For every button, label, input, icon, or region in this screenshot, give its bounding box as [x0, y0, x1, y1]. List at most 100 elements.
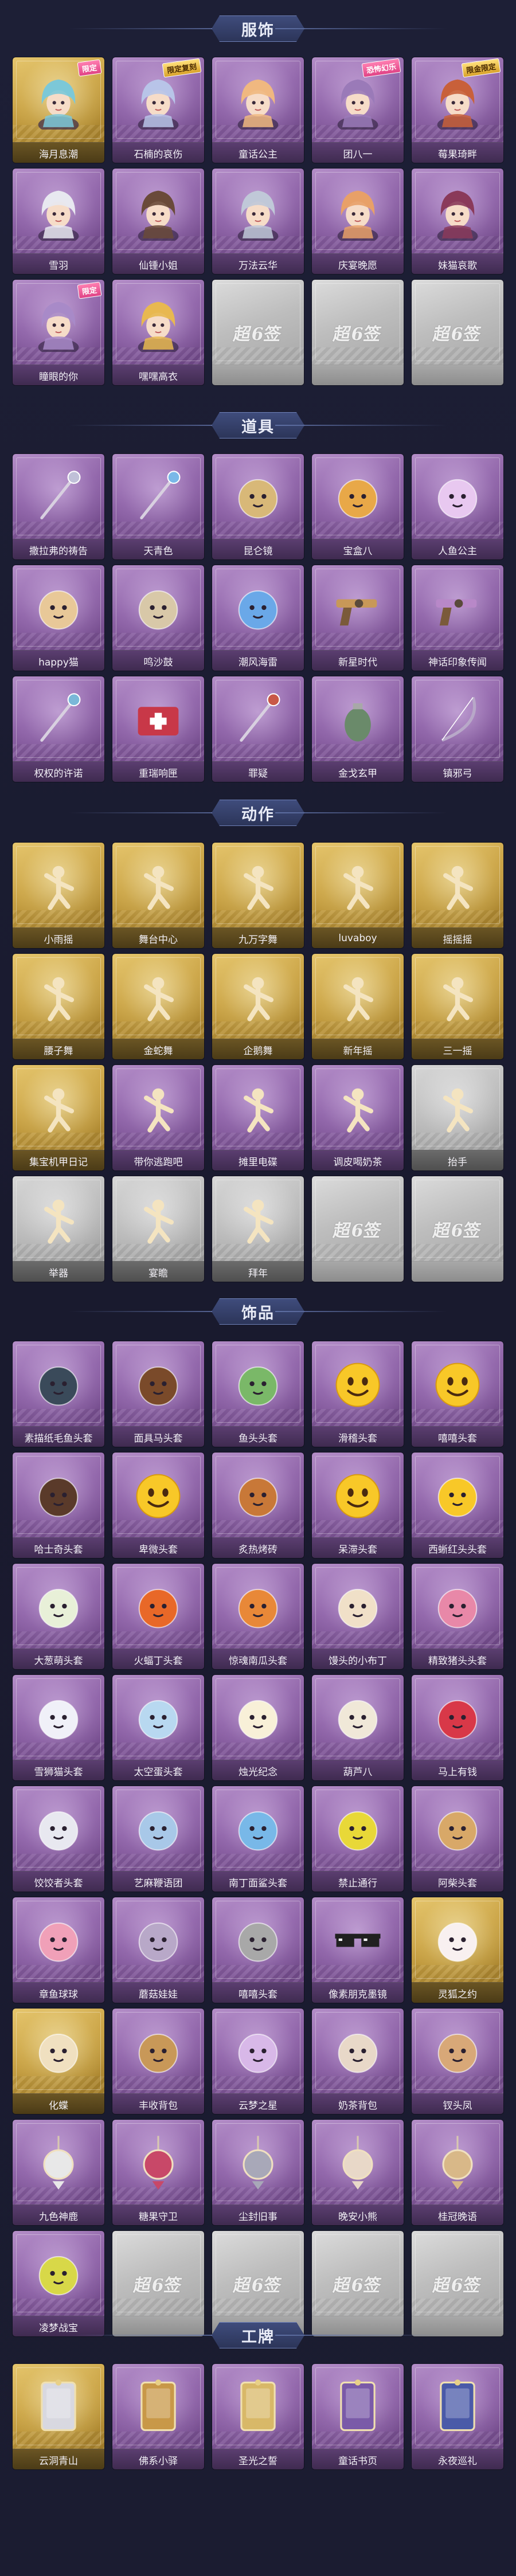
card-label-bar: 团八一 [312, 142, 404, 163]
costume-card[interactable]: 仙锺小姐 [112, 169, 204, 274]
accessorie-card[interactable]: 嘻嘻头套 [412, 1341, 503, 1447]
accessorie-card[interactable]: 火蝠丁头套 [112, 1564, 204, 1669]
action-card[interactable]: 舞台中心 [112, 843, 204, 948]
section-title: 动作 [241, 805, 275, 824]
accessorie-card[interactable]: 禁止通行 [312, 1786, 404, 1892]
accessorie-card[interactable]: 马上有钱 [412, 1675, 503, 1780]
action-card[interactable]: 新年摇 [312, 954, 404, 1059]
accessorie-card[interactable]: 晚安小熊 [312, 2120, 404, 2225]
action-card[interactable]: 摊里电碟 [212, 1065, 304, 1170]
accessorie-card[interactable]: 阿柴头套 [412, 1786, 503, 1892]
action-card[interactable]: 腰子舞 [13, 954, 104, 1059]
action-card[interactable]: 调皮喝奶茶 [312, 1065, 404, 1170]
costume-card[interactable]: 石楠的哀伤 限定复刻 [112, 57, 204, 163]
action-card[interactable]: 带你逃跑吧 [112, 1065, 204, 1170]
action-card[interactable]: luvaboy [312, 843, 404, 948]
accessorie-card[interactable]: 饺饺者头套 [13, 1786, 104, 1892]
accessorie-card[interactable]: 惊魂南瓜头套 [212, 1564, 304, 1669]
card-label-bar: 庆宴晚愿 [312, 253, 404, 274]
prop-card[interactable]: 潮风海雷 [212, 565, 304, 671]
accessorie-card[interactable]: 九色神鹿 [13, 2120, 104, 2225]
accessorie-card[interactable]: 炙热烤砖 [212, 1453, 304, 1558]
accessorie-card[interactable]: 嘻嘻头套 [212, 1897, 304, 2003]
accessorie-card[interactable]: 云梦之星 [212, 2009, 304, 2114]
prop-card[interactable]: 天青色 [112, 454, 204, 559]
accessorie-card[interactable]: 章鱼球球 [13, 1897, 104, 2003]
prop-card[interactable]: 神话印象传闻 [412, 565, 503, 671]
accessorie-card[interactable]: 奶茶背包 [312, 2009, 404, 2114]
action-card[interactable]: 集宝机甲日记 [13, 1065, 104, 1170]
prop-card[interactable]: 新星时代 [312, 565, 404, 671]
costume-card[interactable]: 庆宴晚愿 [312, 169, 404, 274]
accessorie-card[interactable]: 面具马头套 [112, 1341, 204, 1447]
accessorie-card[interactable]: 南丁面鲨头套 [212, 1786, 304, 1892]
accessorie-card[interactable]: 丰收背包 [112, 2009, 204, 2114]
action-card[interactable]: 拜年 [212, 1176, 304, 1282]
accessorie-card[interactable]: 精致猪头头套 [412, 1564, 503, 1669]
round-head-icon [128, 1910, 188, 1970]
prop-card[interactable]: 鸣沙鼓 [112, 565, 204, 671]
costume-card[interactable]: 童话公主 [212, 57, 304, 163]
costume-card[interactable]: 嘿嘿高衣 [112, 280, 204, 385]
action-card[interactable]: 九万字舞 [212, 843, 304, 948]
section-title: 饰品 [241, 1304, 275, 1322]
action-card[interactable]: 宴瞻 [112, 1176, 204, 1282]
card-label: 嘿嘿高衣 [139, 371, 178, 383]
accessorie-card[interactable]: 糖果守卫 [112, 2120, 204, 2225]
costume-card[interactable]: 团八一 恐怖幻乐 [312, 57, 404, 163]
action-card[interactable]: 企鹅舞 [212, 954, 304, 1059]
accessorie-card[interactable]: 大葱萌头套 [13, 1564, 104, 1669]
accessorie-card[interactable]: 艺麻鞭语团 [112, 1786, 204, 1892]
costume-card[interactable]: 妹猫哀歌 [412, 169, 503, 274]
nameplate-card[interactable]: 童话书页 [312, 2364, 404, 2469]
accessorie-card[interactable]: 灵狐之约 [412, 1897, 503, 2003]
accessorie-card[interactable]: 卑微头套 [112, 1453, 204, 1558]
action-card[interactable]: 小雨摇 [13, 843, 104, 948]
accessorie-card[interactable]: 滑稽头套 [312, 1341, 404, 1447]
action-card[interactable]: 抬手 [412, 1065, 503, 1170]
accessorie-card[interactable]: 西蜥红头头套 [412, 1453, 503, 1558]
action-card[interactable]: 举器 [13, 1176, 104, 1282]
accessorie-card[interactable]: 雪狮猫头套 [13, 1675, 104, 1780]
costume-card[interactable]: 雪羽 [13, 169, 104, 274]
card-label-bar: 抬手 [412, 1150, 503, 1170]
prop-card[interactable]: 宝盒八 [312, 454, 404, 559]
costume-card[interactable]: 瞳眼的你 限定 [13, 280, 104, 385]
prop-card[interactable]: 权权的许诺 [13, 676, 104, 782]
action-card[interactable]: 三一摇 [412, 954, 503, 1059]
accessorie-card[interactable]: 尘封旧事 [212, 2120, 304, 2225]
prop-card[interactable]: happy猫 [13, 565, 104, 671]
prop-card[interactable]: 镇邪弓 [412, 676, 503, 782]
prop-card[interactable]: 金戈玄甲 [312, 676, 404, 782]
costume-card[interactable]: 海月息潮 限定 [13, 57, 104, 163]
accessorie-card[interactable]: 烛光纪念 [212, 1675, 304, 1780]
prop-card[interactable]: 罪疑 [212, 676, 304, 782]
accessorie-card[interactable]: 桂冠晚语 [412, 2120, 503, 2225]
accessorie-card[interactable]: 蘑菇娃娃 [112, 1897, 204, 2003]
accessorie-card[interactable]: 呆滞头套 [312, 1453, 404, 1558]
header-divider-right [275, 2335, 447, 2336]
prop-card[interactable]: 昆仑镜 [212, 454, 304, 559]
accessorie-card[interactable]: 素描纸毛鱼头套 [13, 1341, 104, 1447]
prop-card[interactable]: 重瑞响匣 [112, 676, 204, 782]
nameplate-card[interactable]: 永夜巡礼 [412, 2364, 503, 2469]
nameplate-card[interactable]: 云洞青山 [13, 2364, 104, 2469]
accessorie-card[interactable]: 太空蛋头套 [112, 1675, 204, 1780]
prop-card[interactable]: 人鱼公主 [412, 454, 503, 559]
action-card[interactable]: 摇摇摇 [412, 843, 503, 948]
action-card[interactable]: 金蛇舞 [112, 954, 204, 1059]
nameplate-card[interactable]: 圣光之誓 [212, 2364, 304, 2469]
ornament-icon [328, 2132, 388, 2192]
prop-card[interactable]: 撒拉弗的祷告 [13, 454, 104, 559]
accessorie-card[interactable]: 哈士奇头套 [13, 1453, 104, 1558]
accessorie-card[interactable]: 化蝶 [13, 2009, 104, 2114]
costume-card[interactable]: 万法云华 [212, 169, 304, 274]
accessorie-card[interactable]: 葫芦八 [312, 1675, 404, 1780]
nameplate-card[interactable]: 佛系小驿 [112, 2364, 204, 2469]
accessorie-card[interactable]: 馒头的小布丁 [312, 1564, 404, 1669]
costume-card[interactable]: 莓果琦畔 限金限定 [412, 57, 503, 163]
card-label-bar: 摇摇摇 [412, 927, 503, 948]
accessorie-card[interactable]: 像素朋克墨镜 [312, 1897, 404, 2003]
accessorie-card[interactable]: 鱼头头套 [212, 1341, 304, 1447]
accessorie-card[interactable]: 钗头凤 [412, 2009, 503, 2114]
